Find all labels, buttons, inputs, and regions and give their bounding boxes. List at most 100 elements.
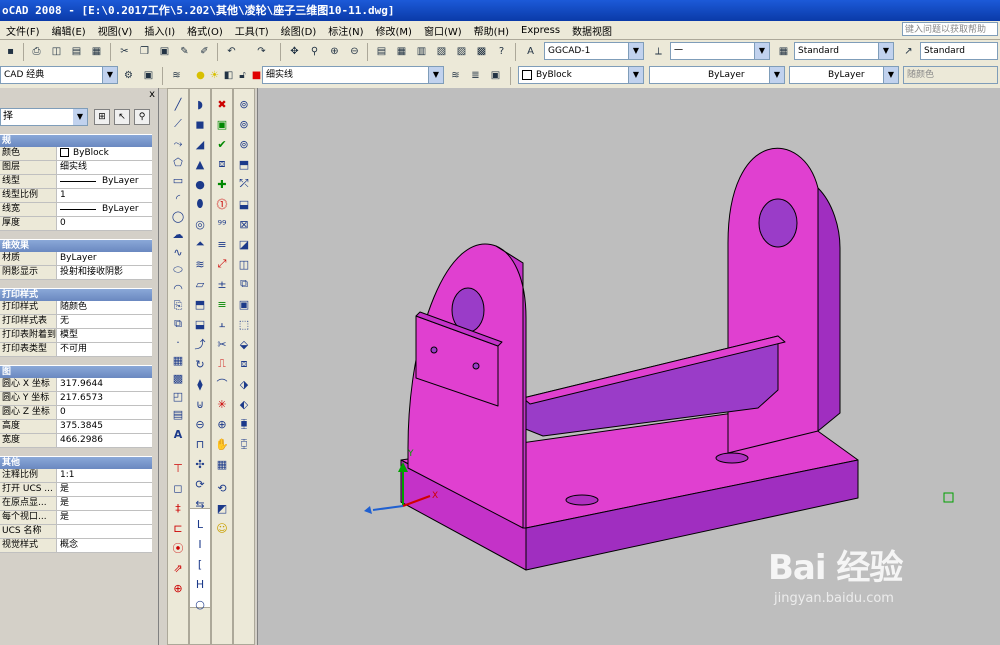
zoom-realtime-icon[interactable]: ⚲ [306,43,323,60]
menu-format[interactable]: 格式(O) [181,23,229,38]
union-solid-icon[interactable]: ⊚ [234,95,254,113]
pyramid-icon[interactable]: ⏶ [190,235,210,253]
dim-baseline-icon[interactable]: ‡ [168,499,188,517]
workspace-settings-icon[interactable]: ⚙ [120,67,137,84]
multiline-text-icon[interactable]: A [168,425,188,443]
prop-row-linetype[interactable]: 线型 ByLayer [0,175,152,189]
chevron-down-icon[interactable]: ▼ [102,67,117,83]
chevron-down-icon[interactable]: ▼ [628,67,643,83]
layer-select[interactable]: 细实线 ▼ [262,66,444,84]
line-icon[interactable]: ╱ [168,95,188,113]
delete-faces-icon[interactable]: ⊠ [234,215,254,233]
make-layer-current-icon[interactable]: ≋ [447,67,464,84]
arc-icon[interactable]: ◜ [168,189,188,207]
menu-window[interactable]: 窗口(W) [418,23,468,38]
properties-icon[interactable]: ▤ [373,43,390,60]
color-edges-icon[interactable]: ⬙ [234,335,254,353]
menu-help[interactable]: 帮助(H) [468,23,515,38]
rectangle-icon[interactable]: ▭ [168,171,188,189]
box-icon[interactable]: ◼ [190,115,210,133]
prop-row-ucs-name[interactable]: UCS 名称 [0,525,152,539]
copy-faces-icon[interactable]: ⧉ [234,275,254,293]
prop-row-thickness[interactable]: 厚度 0 [0,217,152,231]
prop-row-plot-table-attached[interactable]: 打印表附着到 模型 [0,329,152,343]
pan-hand-icon[interactable]: ✋ [212,435,232,453]
3d-rotate-icon[interactable]: ⟳ [190,475,210,493]
menu-data-view[interactable]: 数据视图 [566,23,618,38]
prop-row-width[interactable]: 宽度 466.2986 [0,434,152,448]
prop-row-center-y[interactable]: 圆心 Y 坐标 217.6573 [0,392,152,406]
make-block-icon[interactable]: ⧉ [168,315,188,333]
region-icon[interactable]: ◰ [168,387,188,405]
zoom-previous-icon[interactable]: ⊖ [346,43,363,60]
color-faces-icon[interactable]: ▣ [234,295,254,313]
stretch-icon[interactable]: ⤢ [212,255,232,273]
prop-row-ucs-per-viewport[interactable]: 每个视口... 是 [0,511,152,525]
extrude-icon[interactable]: ⬒ [190,295,210,313]
menu-dimension[interactable]: 标注(N) [322,23,369,38]
prop-row-center-x[interactable]: 圆心 X 坐标 317.9644 [0,378,152,392]
pan-icon[interactable]: ✥ [286,43,303,60]
offset-icon[interactable]: ⧈ [212,155,232,173]
cone-icon[interactable]: ▲ [190,155,210,173]
subtract-solid-icon[interactable]: ⊚ [234,115,254,133]
sweep-icon[interactable]: ⤴ [190,335,210,353]
chevron-down-icon[interactable]: ▼ [769,67,784,83]
section-3d-visualization[interactable]: 维效果 [0,239,152,252]
prop-row-center-z[interactable]: 圆心 Z 坐标 0 [0,406,152,420]
section-misc[interactable]: 其他 [0,456,152,469]
dim-style-icon[interactable]: ⟂ [650,43,667,60]
dim-center-icon[interactable]: ⦿ [168,539,188,557]
chevron-down-icon[interactable]: ▼ [428,67,443,83]
copy-edges-icon[interactable]: ⬚ [234,315,254,333]
snap-endpoint-icon[interactable]: L [190,515,210,533]
table-icon[interactable]: ▤ [168,405,188,423]
linetype-select[interactable]: ByLayer ▼ [649,66,785,84]
chamfer-icon[interactable]: ⎍ [212,355,232,373]
fillet-icon[interactable]: ⌒ [212,375,232,393]
move-icon[interactable]: ⓵ [212,195,232,213]
separate-icon[interactable]: ⬖ [234,395,254,413]
table-style-select[interactable]: Standard ▼ [794,42,894,60]
selection-type-select[interactable]: 择 ▼ [0,108,88,126]
prop-row-ucs-icon-on[interactable]: 打开 UCS ... 是 [0,483,152,497]
dim-linear-icon[interactable]: ⊤ [168,459,188,477]
prop-row-ucs-at-origin[interactable]: 在原点显... 是 [0,497,152,511]
text-style-select[interactable]: GGCAD-1 ▼ [544,42,644,60]
dim-ordinate-icon[interactable]: ⊕ [168,579,188,597]
rotate-faces-icon[interactable]: ◪ [234,235,254,253]
snap-center-icon[interactable]: ○ [190,595,210,613]
tool-palettes-icon[interactable]: ▥ [413,43,430,60]
gradient-icon[interactable]: ▩ [168,369,188,387]
zoom-icon[interactable]: ⊕ [212,415,232,433]
print-icon[interactable]: ⎙ [28,43,45,60]
construction-line-icon[interactable]: ⟋ [168,115,188,133]
polyline-icon[interactable]: ⤳ [168,135,188,153]
sphere-icon[interactable]: ● [190,175,210,193]
union-icon[interactable]: ⊍ [190,395,210,413]
chevron-down-icon[interactable]: ▼ [628,43,643,59]
layer-state-icon[interactable]: ▣ [487,67,504,84]
clean-icon[interactable]: ⬗ [234,375,254,393]
spline-icon[interactable]: ∿ [168,243,188,261]
section-view[interactable]: 图 [0,365,152,378]
loft-icon[interactable]: ⧫ [190,375,210,393]
prop-row-annotation-scale[interactable]: 注释比例 1:1 [0,469,152,483]
dim-leader-icon[interactable]: ⇗ [168,559,188,577]
section-general[interactable]: 规 [0,134,152,147]
chevron-down-icon[interactable]: ▼ [754,43,769,59]
trim-icon[interactable]: ± [212,275,232,293]
presspull-icon[interactable]: ⬓ [190,315,210,333]
prop-row-plot-table-type[interactable]: 打印表类型 不可用 [0,343,152,357]
cylinder-icon[interactable]: ⬮ [190,195,210,213]
workspace-select[interactable]: CAD 经典 ▼ [0,66,118,84]
design-center-icon[interactable]: ▦ [393,43,410,60]
prop-row-color[interactable]: 颜色 ByBlock [0,147,152,161]
camera-icon[interactable]: ◩ [212,499,232,517]
revolve-icon[interactable]: ↻ [190,355,210,373]
close-icon[interactable]: x [149,89,155,100]
menu-express[interactable]: Express [515,25,566,36]
extrude-faces-icon[interactable]: ⬒ [234,155,254,173]
undo-icon[interactable]: ↶ [223,43,240,60]
help-search-input[interactable]: 键入问题以获取帮助 [902,22,998,36]
